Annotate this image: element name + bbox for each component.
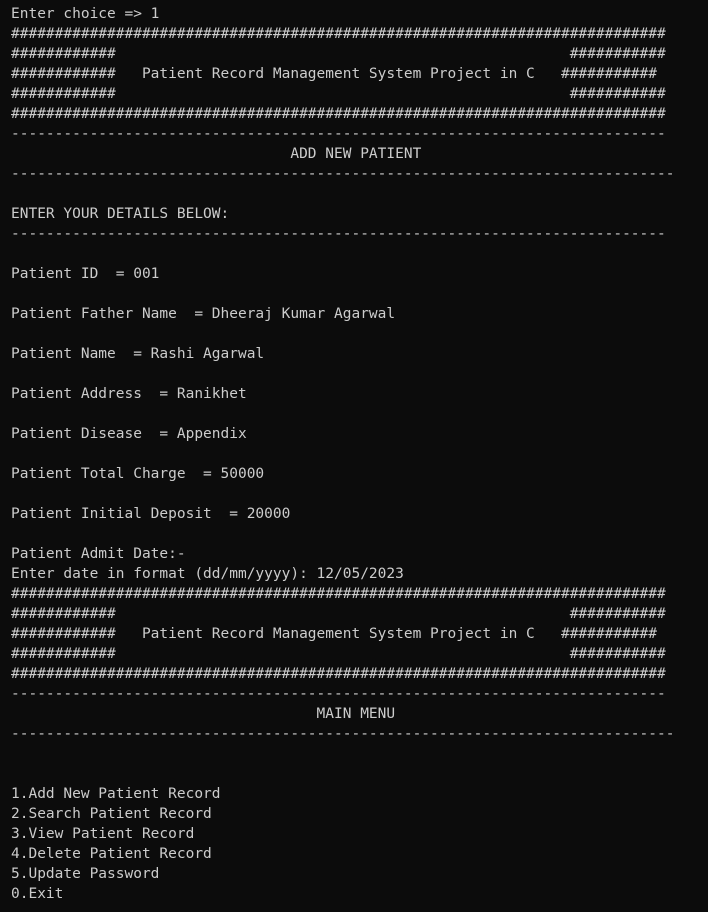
admit-date-prompt-line: Enter date in format (dd/mm/yyyy): 12/05… [11, 566, 404, 582]
menu-item-delete-patient-record: 4.Delete Patient Record [11, 846, 212, 862]
patient-father-name-line: Patient Father Name = Dheeraj Kumar Agar… [11, 306, 396, 322]
menu-item-update-password: 5.Update Password [11, 866, 160, 882]
banner-title: ############ Patient Record Management S… [11, 626, 658, 642]
patient-id-line: Patient ID = 001 [11, 266, 160, 282]
banner-hash-side: ############ ########### [11, 46, 666, 62]
banner-hash-border: ########################################… [11, 586, 666, 602]
banner-hash-border: ########################################… [11, 106, 666, 122]
menu-item-search-patient-record: 2.Search Patient Record [11, 806, 212, 822]
banner-hash-border: ########################################… [11, 26, 666, 42]
choice-prompt-line: Enter choice => 1 [11, 6, 160, 22]
menu-item-exit: 0.Exit [11, 886, 64, 902]
banner-hash-side: ############ ########### [11, 606, 666, 622]
banner-hash-border: ########################################… [11, 666, 666, 682]
patient-name-line: Patient Name = Rashi Agarwal [11, 346, 265, 362]
menu-item-add-new-patient-record: 1.Add New Patient Record [11, 786, 221, 802]
patient-disease-line: Patient Disease = Appendix [11, 426, 247, 442]
dash-divider: ----------------------------------------… [11, 166, 675, 182]
patient-total-charge-line: Patient Total Charge = 50000 [11, 466, 265, 482]
banner-hash-side: ############ ########### [11, 646, 666, 662]
banner-title: ############ Patient Record Management S… [11, 66, 658, 82]
patient-address-line: Patient Address = Ranikhet [11, 386, 247, 402]
section-heading-main-menu: MAIN MENU [11, 706, 396, 722]
patient-admit-date-label: Patient Admit Date:- [11, 546, 186, 562]
dash-divider: ----------------------------------------… [11, 226, 666, 242]
dash-divider: ----------------------------------------… [11, 126, 666, 142]
banner-hash-side: ############ ########### [11, 86, 666, 102]
details-heading: ENTER YOUR DETAILS BELOW: [11, 206, 230, 222]
section-heading-add-new-patient: ADD NEW PATIENT [11, 146, 422, 162]
dash-divider: ----------------------------------------… [11, 726, 675, 742]
menu-item-view-patient-record: 3.View Patient Record [11, 826, 195, 842]
dash-divider: ----------------------------------------… [11, 686, 666, 702]
patient-initial-deposit-line: Patient Initial Deposit = 20000 [11, 506, 291, 522]
console-window[interactable]: Enter choice => 1 ######################… [0, 0, 708, 912]
